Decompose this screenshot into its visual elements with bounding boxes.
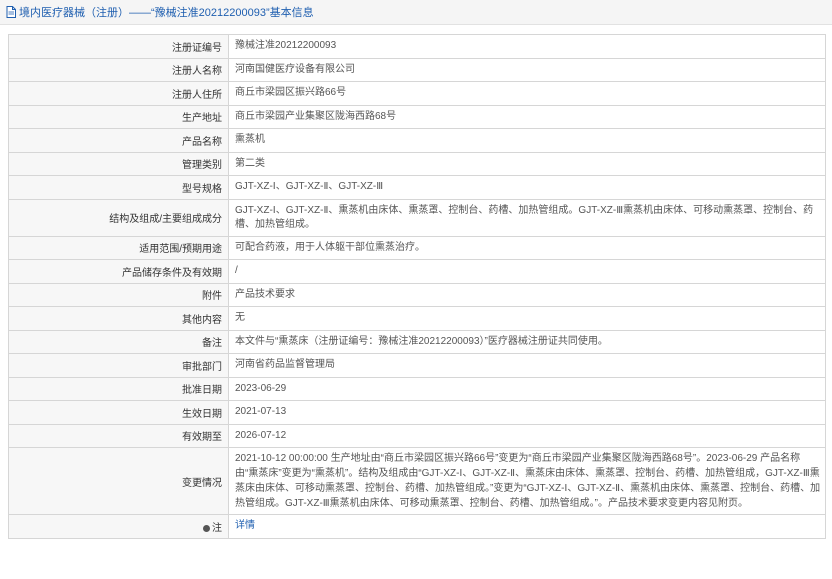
row-value: / [228, 259, 826, 284]
row-value: 2023-06-29 [228, 376, 826, 401]
table-row: 注册人名称 河南国健医疗设备有限公司 [8, 57, 826, 82]
table-row: 附件 产品技术要求 [8, 282, 826, 307]
table-row: 备注 本文件与“熏蒸床（注册证编号：豫械注准20212200093）”医疗器械注… [8, 329, 826, 354]
row-label: 管理类别 [8, 151, 229, 176]
row-value: 豫械注准20212200093 [228, 34, 826, 59]
row-label: 附件 [8, 282, 229, 307]
row-label: 有效期至 [8, 423, 229, 448]
row-label: 其他内容 [8, 306, 229, 331]
table-row: 产品储存条件及有效期 / [8, 259, 826, 284]
row-label: 变更情况 [8, 447, 229, 515]
table-row: 产品名称 熏蒸机 [8, 128, 826, 153]
table-row: 管理类别 第二类 [8, 151, 826, 176]
table-row: 有效期至 2026-07-12 [8, 423, 826, 448]
document-icon [6, 6, 16, 18]
row-value: 可配合药液，用于人体躯干部位熏蒸治疗。 [228, 235, 826, 260]
row-value: 无 [228, 306, 826, 331]
row-value: 河南国健医疗设备有限公司 [228, 57, 826, 82]
table-row: 生效日期 2021-07-13 [8, 400, 826, 425]
row-value: 2026-07-12 [228, 423, 826, 448]
table-row: 注 详情 [8, 514, 826, 539]
info-table: 注册证编号 豫械注准20212200093 注册人名称 河南国健医疗设备有限公司… [8, 34, 826, 539]
table-row: 型号规格 GJT-XZ-Ⅰ、GJT-XZ-Ⅱ、GJT-XZ-Ⅲ [8, 175, 826, 200]
table-row: 生产地址 商丘市梁园产业集聚区陇海西路68号 [8, 104, 826, 129]
row-value: GJT-XZ-Ⅰ、GJT-XZ-Ⅱ、熏蒸机由床体、熏蒸罩、控制台、药槽、加热管组… [228, 198, 826, 237]
table-row: 结构及组成/主要组成成分 GJT-XZ-Ⅰ、GJT-XZ-Ⅱ、熏蒸机由床体、熏蒸… [8, 198, 826, 237]
row-label: 适用范围/预期用途 [8, 235, 229, 260]
row-label: 型号规格 [8, 175, 229, 200]
row-value: 本文件与“熏蒸床（注册证编号：豫械注准20212200093）”医疗器械注册证共… [228, 329, 826, 354]
row-value: 熏蒸机 [228, 128, 826, 153]
note-label-cell: 注 [8, 514, 229, 539]
row-value: 产品技术要求 [228, 282, 826, 307]
tip-icon [203, 524, 210, 532]
row-value: 第二类 [228, 151, 826, 176]
row-value: 2021-07-13 [228, 400, 826, 425]
table-row: 注册人住所 商丘市梁园区振兴路66号 [8, 81, 826, 106]
row-value: 2021-10-12 00:00:00 生产地址由“商丘市梁园区振兴路66号”变… [228, 447, 826, 515]
row-label: 批准日期 [8, 376, 229, 401]
details-cell: 详情 [228, 514, 826, 539]
table-row: 审批部门 河南省药品监督管理局 [8, 353, 826, 378]
table-row: 变更情况 2021-10-12 00:00:00 生产地址由“商丘市梁园区振兴路… [8, 447, 826, 515]
row-label: 注册人住所 [8, 81, 229, 106]
table-row: 其他内容 无 [8, 306, 826, 331]
row-label: 注册人名称 [8, 57, 229, 82]
row-value: GJT-XZ-Ⅰ、GJT-XZ-Ⅱ、GJT-XZ-Ⅲ [228, 175, 826, 200]
row-value: 河南省药品监督管理局 [228, 353, 826, 378]
row-label: 产品储存条件及有效期 [8, 259, 229, 284]
row-label: 产品名称 [8, 128, 229, 153]
table-row: 批准日期 2023-06-29 [8, 376, 826, 401]
row-value: 商丘市梁园产业集聚区陇海西路68号 [228, 104, 826, 129]
row-value: 商丘市梁园区振兴路66号 [228, 81, 826, 106]
table-row: 适用范围/预期用途 可配合药液，用于人体躯干部位熏蒸治疗。 [8, 235, 826, 260]
page-header: 境内医疗器械（注册）——“豫械注准20212200093”基本信息 [0, 0, 832, 25]
row-label: 结构及组成/主要组成成分 [8, 198, 229, 237]
row-label: 生产地址 [8, 104, 229, 129]
details-link[interactable]: 详情 [235, 520, 255, 531]
row-label: 注 [212, 522, 222, 534]
row-label: 生效日期 [8, 400, 229, 425]
row-label: 备注 [8, 329, 229, 354]
table-row: 注册证编号 豫械注准20212200093 [8, 34, 826, 59]
row-label: 注册证编号 [8, 34, 229, 59]
row-label: 审批部门 [8, 353, 229, 378]
page-title: 境内医疗器械（注册）——“豫械注准20212200093”基本信息 [19, 7, 314, 19]
